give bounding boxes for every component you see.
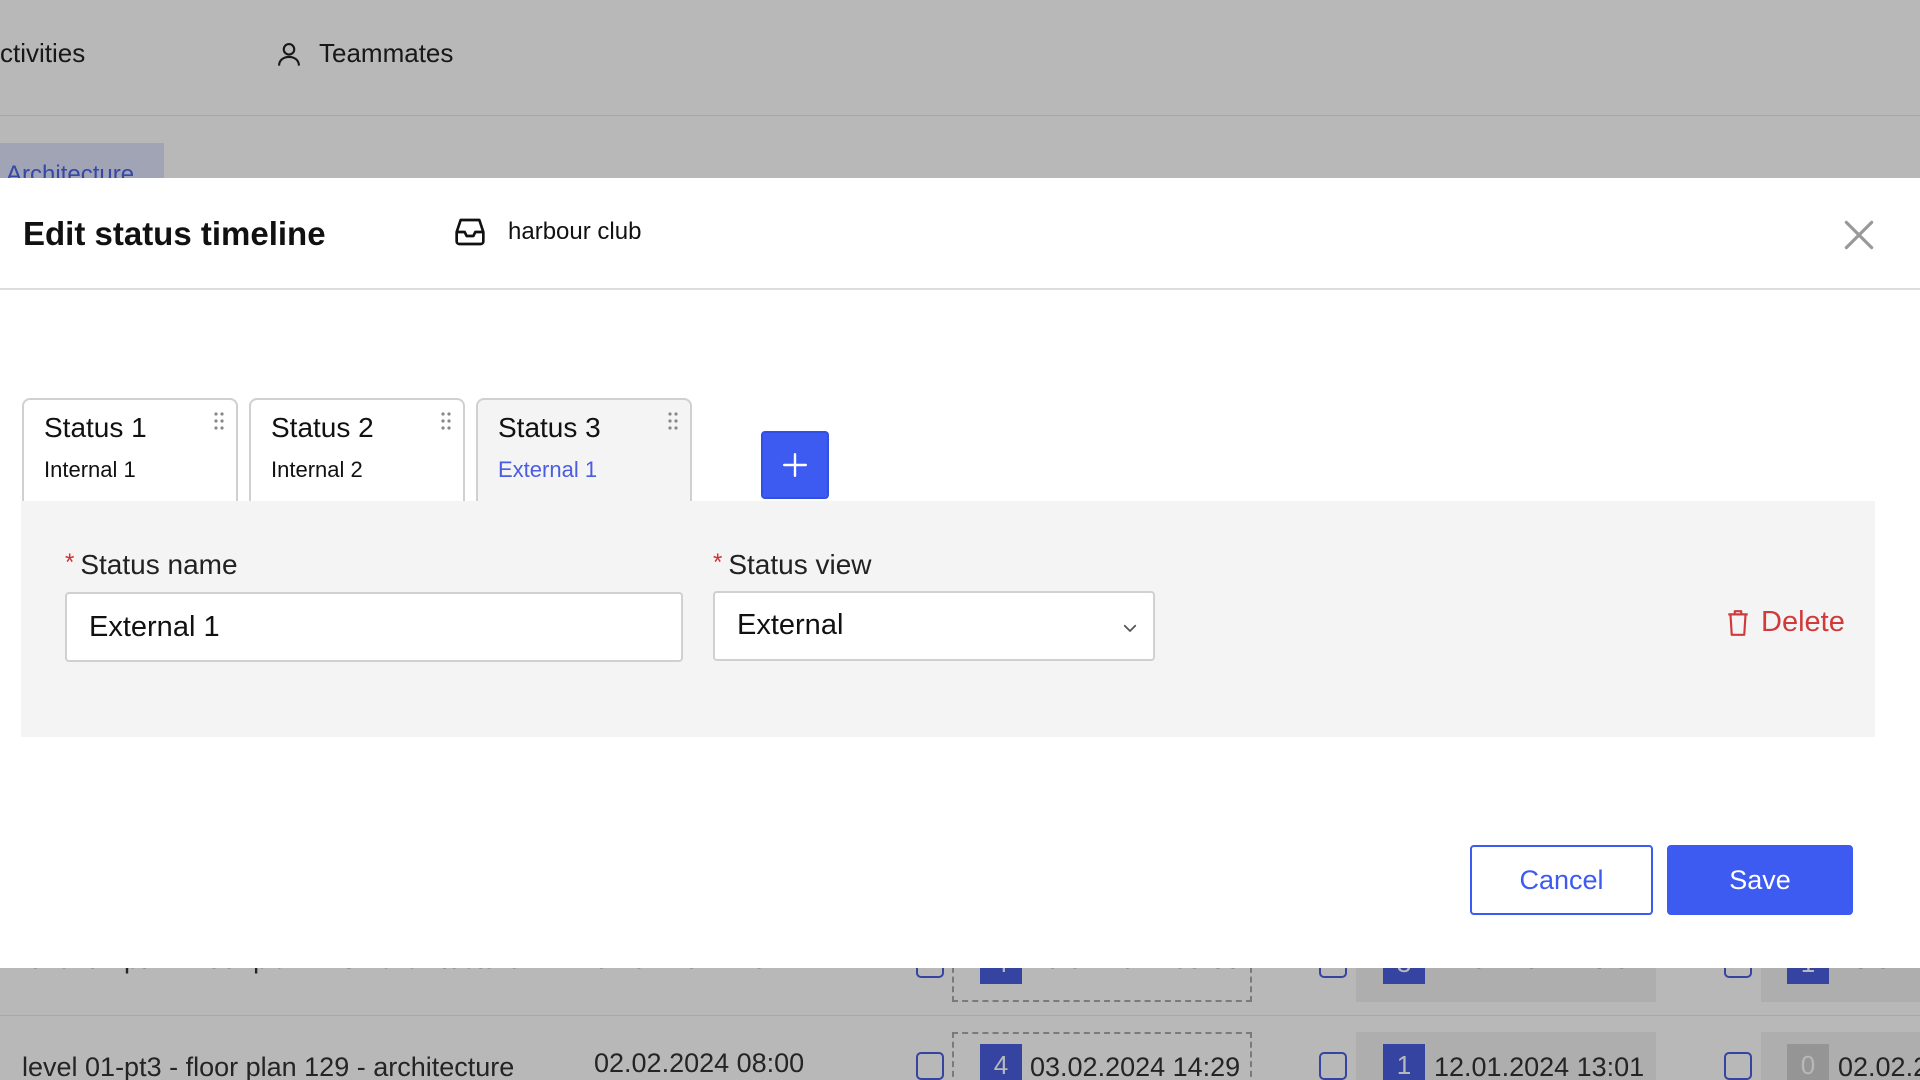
- close-icon[interactable]: [1840, 216, 1878, 254]
- inbox-icon: [455, 218, 485, 246]
- plus-icon: [782, 452, 808, 478]
- project-indicator: harbour club: [454, 216, 641, 248]
- status-edit-panel: *Status name *Status view External Delet…: [21, 501, 1875, 737]
- cancel-button[interactable]: Cancel: [1470, 845, 1653, 915]
- tab-subtitle: External 1: [498, 457, 598, 482]
- modal-header: Edit status timeline harbour club: [0, 178, 1920, 290]
- save-button[interactable]: Save: [1667, 845, 1853, 915]
- status-name-label: * Status name: [65, 549, 238, 581]
- tab-title: Status 3: [498, 412, 601, 443]
- tab-title: Status 1: [44, 412, 147, 443]
- trash-icon: [1728, 609, 1748, 636]
- status-name-input[interactable]: [65, 592, 683, 662]
- chevron-down-icon: [1123, 624, 1137, 632]
- label-text: Status view: [728, 549, 872, 580]
- tab-status-3[interactable]: Status 3 External 1: [476, 398, 692, 502]
- add-status-button[interactable]: [761, 431, 829, 499]
- project-name: harbour club: [508, 218, 642, 245]
- edit-status-timeline-modal: Edit status timeline harbour club Status…: [0, 178, 1920, 968]
- delete-label: Delete: [1761, 606, 1845, 638]
- required-mark: *: [713, 549, 723, 576]
- drag-handle-icon[interactable]: [214, 412, 224, 430]
- tab-subtitle: Internal 2: [271, 457, 363, 482]
- tab-title: Status 2: [271, 412, 374, 443]
- select-value: External: [737, 609, 844, 641]
- status-view-label: * Status view: [713, 549, 872, 581]
- tab-subtitle: Internal 1: [44, 457, 136, 482]
- modal-title: Edit status timeline: [23, 215, 326, 252]
- drag-handle-icon[interactable]: [668, 412, 678, 430]
- tab-status-1[interactable]: Status 1 Internal 1: [22, 398, 238, 502]
- required-mark: *: [65, 549, 75, 576]
- status-view-select[interactable]: External: [713, 591, 1155, 661]
- label-text: Status name: [80, 549, 238, 580]
- delete-status-button[interactable]: Delete: [1727, 606, 1845, 639]
- drag-handle-icon[interactable]: [441, 412, 451, 430]
- tab-status-2[interactable]: Status 2 Internal 2: [249, 398, 465, 502]
